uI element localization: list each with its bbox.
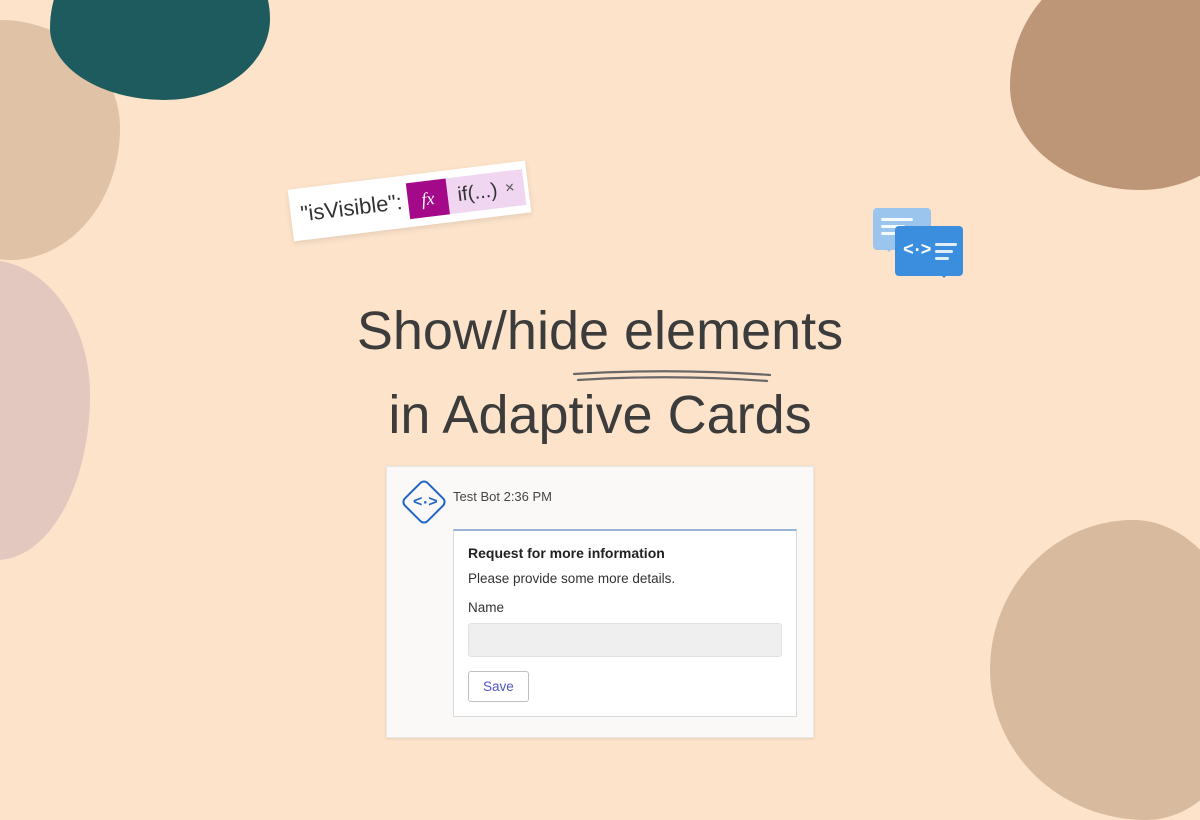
- snippet-key: "isVisible":: [299, 189, 403, 227]
- fx-expression-text: if(...): [446, 178, 506, 208]
- chat-code-icon: <·>: [873, 208, 965, 288]
- card-heading: Request for more information: [468, 545, 782, 561]
- card-description: Please provide some more details.: [468, 571, 782, 586]
- name-input[interactable]: [468, 623, 782, 657]
- fx-icon: fx: [406, 178, 450, 219]
- fx-expression-pill: fx if(...) ×: [406, 169, 527, 219]
- decorative-blob: [990, 520, 1200, 820]
- code-snippet: "isVisible": fx if(...) ×: [288, 161, 532, 242]
- adaptive-card-preview: <·> Test Bot 2:36 PM Request for more in…: [386, 466, 814, 738]
- title-line-2: in Adaptive Cards: [0, 374, 1200, 458]
- bot-meta: Test Bot 2:36 PM: [453, 483, 552, 504]
- name-field-label: Name: [468, 600, 782, 615]
- save-button[interactable]: Save: [468, 671, 529, 702]
- bot-avatar-icon: <·>: [400, 478, 448, 526]
- decorative-blob: [1010, 0, 1200, 190]
- title-line-1: Show/hide elements: [0, 290, 1200, 374]
- title-underline: [572, 370, 772, 384]
- message-time: 2:36 PM: [504, 489, 552, 504]
- card-body: Request for more information Please prov…: [453, 529, 797, 717]
- decorative-blob: [50, 0, 270, 100]
- bot-name: Test Bot: [453, 489, 500, 504]
- close-icon: ×: [504, 178, 525, 198]
